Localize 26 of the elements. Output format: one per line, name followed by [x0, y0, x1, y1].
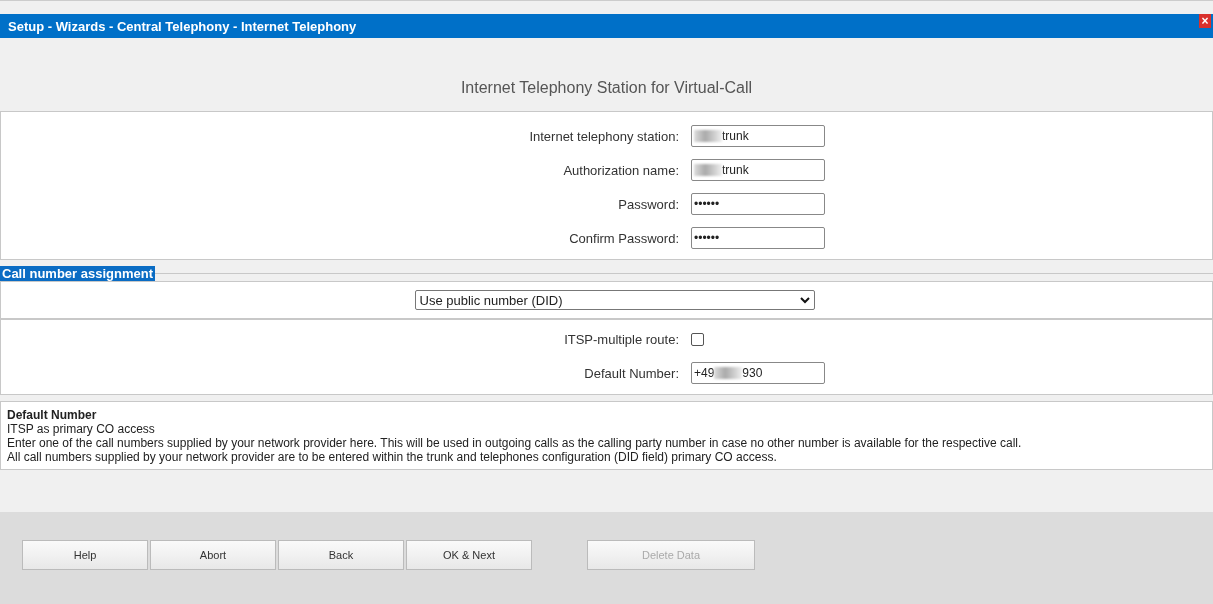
dropdown[interactable]: Use public number (DID)	[414, 290, 815, 310]
field-label: Confirm Password:	[568, 230, 679, 246]
window-title: Setup - Wizards - Central Telephony - Internet Telephony	[8, 18, 357, 34]
field-label: Default Number:	[583, 365, 679, 381]
input-field[interactable]: +49 930	[691, 362, 825, 384]
field-label: Password:	[617, 196, 679, 212]
help-text: All call numbers supplied by your network provider are to be entered within the trunk and telephones configuration (DID field) primary CO access.	[7, 450, 778, 464]
close-button[interactable]: ×	[1199, 14, 1211, 28]
input-field[interactable]: trunk	[691, 159, 825, 181]
input-field[interactable]: ••••••	[691, 227, 825, 249]
page-heading: Internet Telephony Station for Virtual-Call	[460, 79, 753, 97]
wizard-button[interactable]: Abort	[150, 540, 276, 570]
help-text: Enter one of the call numbers supplied by your network provider here. This will be used in outgoing calls as the calling party number in case no other number is available for the respective call.	[7, 436, 1023, 450]
input-field[interactable]: ••••••	[691, 193, 825, 215]
wizard-button[interactable]: Back	[278, 540, 404, 570]
field-label: Internet telephony station:	[528, 128, 679, 144]
help-text: ITSP as primary CO access	[7, 422, 156, 436]
checkbox[interactable]	[691, 332, 704, 346]
help-title: Default Number	[7, 408, 98, 422]
field-label: Authorization name:	[562, 162, 679, 178]
input-field[interactable]: trunk	[691, 125, 825, 147]
field-label: ITSP-multiple route:	[563, 331, 679, 347]
chevron-down-icon	[799, 296, 810, 304]
wizard-button[interactable]: OK & Next	[406, 540, 532, 570]
wizard-button[interactable]: Help	[22, 540, 148, 570]
section-title: Call number assignment	[0, 266, 155, 281]
